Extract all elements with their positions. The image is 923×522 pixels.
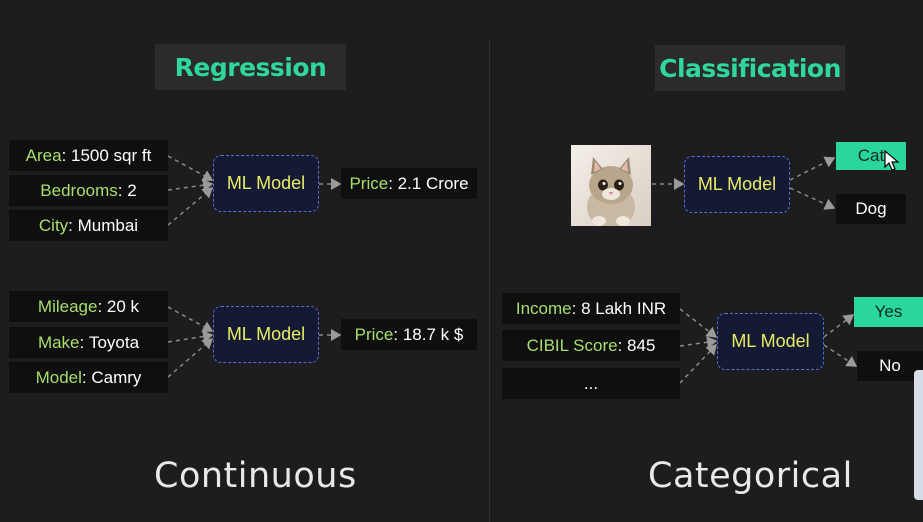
arrow [167,330,214,343]
input-cibil: CIBIL Score: 845 [502,330,680,361]
input-mileage: Mileage: 20 k [9,291,168,322]
input-key: Bedrooms [40,180,118,200]
input-key: Model [35,367,82,387]
arrow [823,314,855,338]
arrow [679,336,718,349]
window-edge [914,370,923,500]
arrow [167,187,214,226]
kitten-image [571,145,651,226]
input-area: Area: 1500 sqr ft [9,140,168,171]
categorical-label: Categorical [648,456,853,496]
arrow [167,338,214,378]
arrow [167,306,214,332]
ml-model-box: ML Model [213,306,319,363]
input-more: ... [502,368,680,399]
input-make: Make: Toyota [9,327,168,358]
input-key: CIBIL Score [526,335,618,355]
output-value: 2.1 Crore [397,173,469,193]
input-value: Mumbai [77,215,139,235]
classification-title: Classification [655,45,845,91]
input-value: 8 Lakh INR [581,298,667,318]
input-value: Camry [91,367,142,387]
input-key: Make [37,332,80,352]
input-key: Mileage [37,296,98,316]
output-yes: Yes [854,297,923,327]
input-city: City: Mumbai [9,210,168,241]
output-key: Price [354,324,394,344]
ml-model-box: ML Model [213,155,319,212]
ml-model-box: ML Model [684,156,790,213]
input-value: 2 [127,180,137,200]
ml-model-box: ML Model [717,313,824,370]
arrow [823,344,858,367]
input-value: 1500 sqr ft [71,145,152,165]
arrow [167,155,214,181]
arrow [789,187,836,210]
input-value: Toyota [88,332,140,352]
output-price: Price: 18.7 k $ [341,319,477,350]
input-income: Income: 8 Lakh INR [502,293,680,324]
output-price: Price: 2.1 Crore [341,168,477,199]
arrow [679,308,718,338]
input-key: City [38,215,69,235]
mouse-cursor-icon [884,150,900,171]
arrow [789,156,836,181]
input-value: 845 [627,335,656,355]
output-dog: Dog [836,194,906,224]
input-value: 20 k [106,296,140,316]
output-key: Price [349,173,389,193]
input-key: Area [25,145,62,165]
regression-title: Regression [155,44,346,90]
arrow [167,179,214,192]
output-value: 18.7 k $ [402,324,464,344]
input-key: Income [515,298,572,318]
continuous-label: Continuous [154,456,357,496]
input-bedrooms: Bedrooms: 2 [9,175,168,206]
arrow [679,343,718,384]
input-model: Model: Camry [9,362,168,393]
